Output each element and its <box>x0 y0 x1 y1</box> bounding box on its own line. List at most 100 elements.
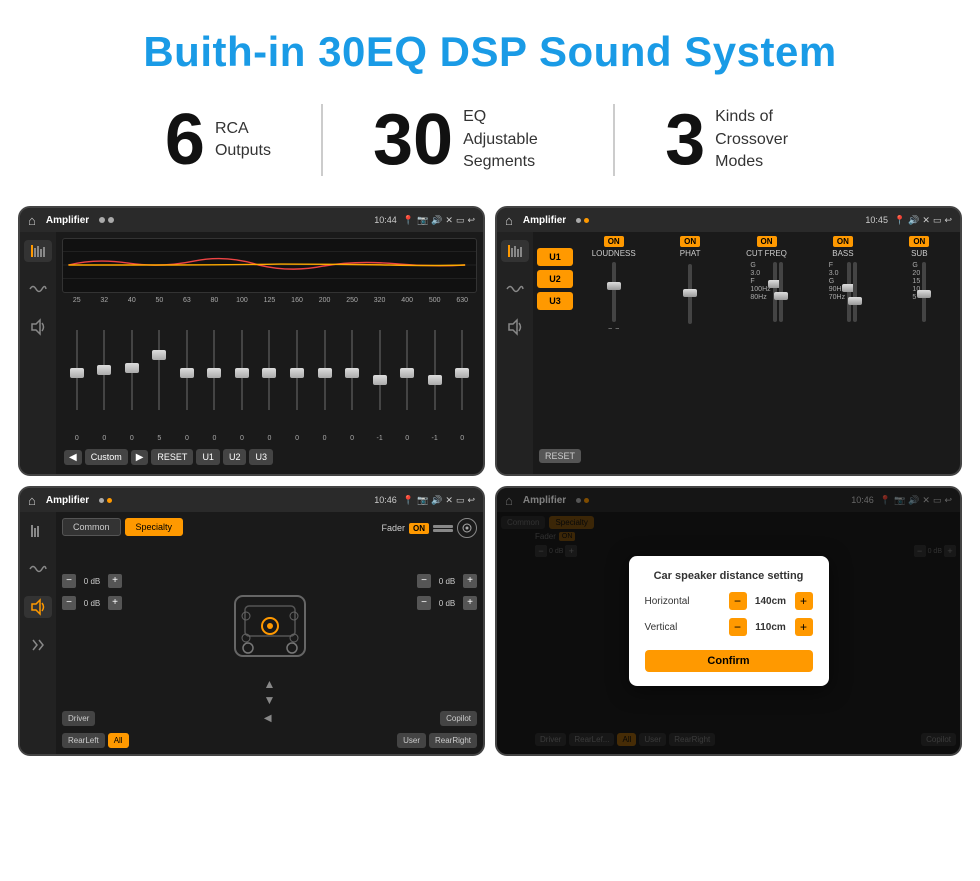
dsp-window-icon[interactable]: ▭ <box>933 215 942 226</box>
loudness-slider1[interactable] <box>612 262 616 322</box>
dsp-bass: ON BASS F 3.0 G 90Hz 70Hz <box>806 236 879 470</box>
slider-125[interactable] <box>257 330 283 410</box>
right1-minus-btn[interactable]: − <box>417 574 431 588</box>
vertical-value: 110cm <box>751 622 791 633</box>
phat-slider[interactable] <box>688 264 692 324</box>
left1-plus-btn[interactable]: + <box>108 574 122 588</box>
dsp-sidebar-wave[interactable] <box>501 278 529 300</box>
eq-next-btn[interactable]: ▶ <box>131 450 149 465</box>
slider-32[interactable] <box>92 330 118 410</box>
cross-close-icon[interactable]: ✕ <box>445 495 453 506</box>
dsp-home-icon[interactable]: ⌂ <box>505 213 513 228</box>
left2-plus-btn[interactable]: + <box>108 596 122 610</box>
left-arrow-btn[interactable]: ◀ <box>264 713 272 724</box>
nav-down-btn[interactable]: ▼ <box>264 693 276 707</box>
nav-up-btn[interactable]: ▲ <box>264 677 276 691</box>
right2-minus-btn[interactable]: − <box>417 596 431 610</box>
cross-tab-specialty[interactable]: Specialty <box>125 518 184 536</box>
cutfreq-slider2[interactable] <box>779 262 783 322</box>
freq-label-320: 320 <box>367 297 393 304</box>
left2-minus-btn[interactable]: − <box>62 596 76 610</box>
dsp-sidebar-speaker[interactable] <box>501 316 529 338</box>
eq-prev-btn[interactable]: ◀ <box>64 450 82 465</box>
dsp-reset-btn[interactable]: RESET <box>539 449 581 463</box>
phat-on: ON <box>680 236 700 247</box>
back-icon[interactable]: ↩ <box>467 215 475 226</box>
right1-db-value: 0 dB <box>433 577 461 586</box>
eq-sidebar-eq[interactable] <box>24 240 52 262</box>
left1-minus-btn[interactable]: − <box>62 574 76 588</box>
cross-home-icon[interactable]: ⌂ <box>28 493 36 508</box>
dsp-back-icon[interactable]: ↩ <box>944 215 952 226</box>
vertical-minus-btn[interactable]: − <box>729 618 747 636</box>
cross-sidebar-eq[interactable] <box>24 520 52 542</box>
cross-tab-common[interactable]: Common <box>62 518 121 536</box>
slider-320[interactable] <box>367 330 393 410</box>
cross-sidebar-speaker[interactable] <box>24 596 52 618</box>
slider-80[interactable] <box>202 330 228 410</box>
eq-u1-btn[interactable]: U1 <box>196 449 220 465</box>
slider-40[interactable] <box>119 330 145 410</box>
eq-u3-btn[interactable]: U3 <box>249 449 273 465</box>
freq-label-100: 100 <box>229 297 255 304</box>
dsp-sidebar <box>497 232 533 474</box>
slider-50[interactable] <box>147 330 173 410</box>
driver-btn[interactable]: Driver <box>62 711 95 726</box>
slider-63[interactable] <box>174 330 200 410</box>
vertical-plus-btn[interactable]: + <box>795 618 813 636</box>
slider-630[interactable] <box>449 330 475 410</box>
stat-rca-number: 6 <box>165 104 205 176</box>
dsp-close-icon[interactable]: ✕ <box>922 215 930 226</box>
eq-reset-btn[interactable]: RESET <box>151 449 193 465</box>
dsp-sidebar-eq[interactable] <box>501 240 529 262</box>
sub-slider[interactable] <box>922 262 926 322</box>
cross-back-icon[interactable]: ↩ <box>467 495 475 506</box>
rearleft-btn[interactable]: RearLeft <box>62 733 105 748</box>
dsp-phat: ON PHAT <box>653 236 726 470</box>
dsp-u3-btn[interactable]: U3 <box>537 292 573 310</box>
cross-window-icon[interactable]: ▭ <box>456 495 465 506</box>
eq-graph <box>62 238 477 293</box>
horizontal-plus-btn[interactable]: + <box>795 592 813 610</box>
slider-500[interactable] <box>422 330 448 410</box>
fader-knob[interactable] <box>457 518 477 538</box>
all-btn[interactable]: All <box>108 733 129 748</box>
car-svg <box>220 576 320 676</box>
slider-val-630: 0 <box>449 435 475 442</box>
right2-plus-btn[interactable]: + <box>463 596 477 610</box>
screens-grid: ⌂ Amplifier 10:44 📍 📷 🔊 ✕ ▭ ↩ <box>0 196 980 766</box>
slider-400[interactable] <box>394 330 420 410</box>
slider-200[interactable] <box>312 330 338 410</box>
eq-sliders-area: 253240506380100125160200250320400500630 … <box>62 297 477 442</box>
cross-sidebar-expand[interactable] <box>24 634 52 656</box>
right1-plus-btn[interactable]: + <box>463 574 477 588</box>
user-btn[interactable]: User <box>397 733 426 748</box>
slider-25[interactable] <box>64 330 90 410</box>
window-icon[interactable]: ▭ <box>456 215 465 226</box>
stat-crossover-number: 3 <box>665 104 705 176</box>
cross-sidebar-wave[interactable] <box>24 558 52 580</box>
freq-label-80: 80 <box>202 297 228 304</box>
close-icon[interactable]: ✕ <box>445 215 453 226</box>
rearright-btn[interactable]: RearRight <box>429 733 477 748</box>
bass-slider1[interactable] <box>847 262 851 322</box>
freq-label-630: 630 <box>449 297 475 304</box>
dsp-u2-btn[interactable]: U2 <box>537 270 573 288</box>
dsp-u1-btn[interactable]: U1 <box>537 248 573 266</box>
left-db-controls: − 0 dB + − 0 dB + <box>62 574 122 610</box>
slider-160[interactable] <box>284 330 310 410</box>
home-icon[interactable]: ⌂ <box>28 213 36 228</box>
eq-content: 253240506380100125160200250320400500630 … <box>20 232 483 474</box>
horizontal-minus-btn[interactable]: − <box>729 592 747 610</box>
eq-u2-btn[interactable]: U2 <box>223 449 247 465</box>
copilot-btn[interactable]: Copilot <box>440 711 477 726</box>
bass-slider2[interactable] <box>853 262 857 322</box>
confirm-button[interactable]: Confirm <box>645 650 813 672</box>
slider-100[interactable] <box>229 330 255 410</box>
slider-250[interactable] <box>339 330 365 410</box>
eq-sidebar-speaker[interactable] <box>24 316 52 338</box>
eq-sidebar-wave[interactable] <box>24 278 52 300</box>
slider-val-160: 0 <box>284 435 310 442</box>
stat-eq-text: EQ Adjustable Segments <box>463 106 563 173</box>
eq-custom-btn[interactable]: Custom <box>85 449 128 465</box>
